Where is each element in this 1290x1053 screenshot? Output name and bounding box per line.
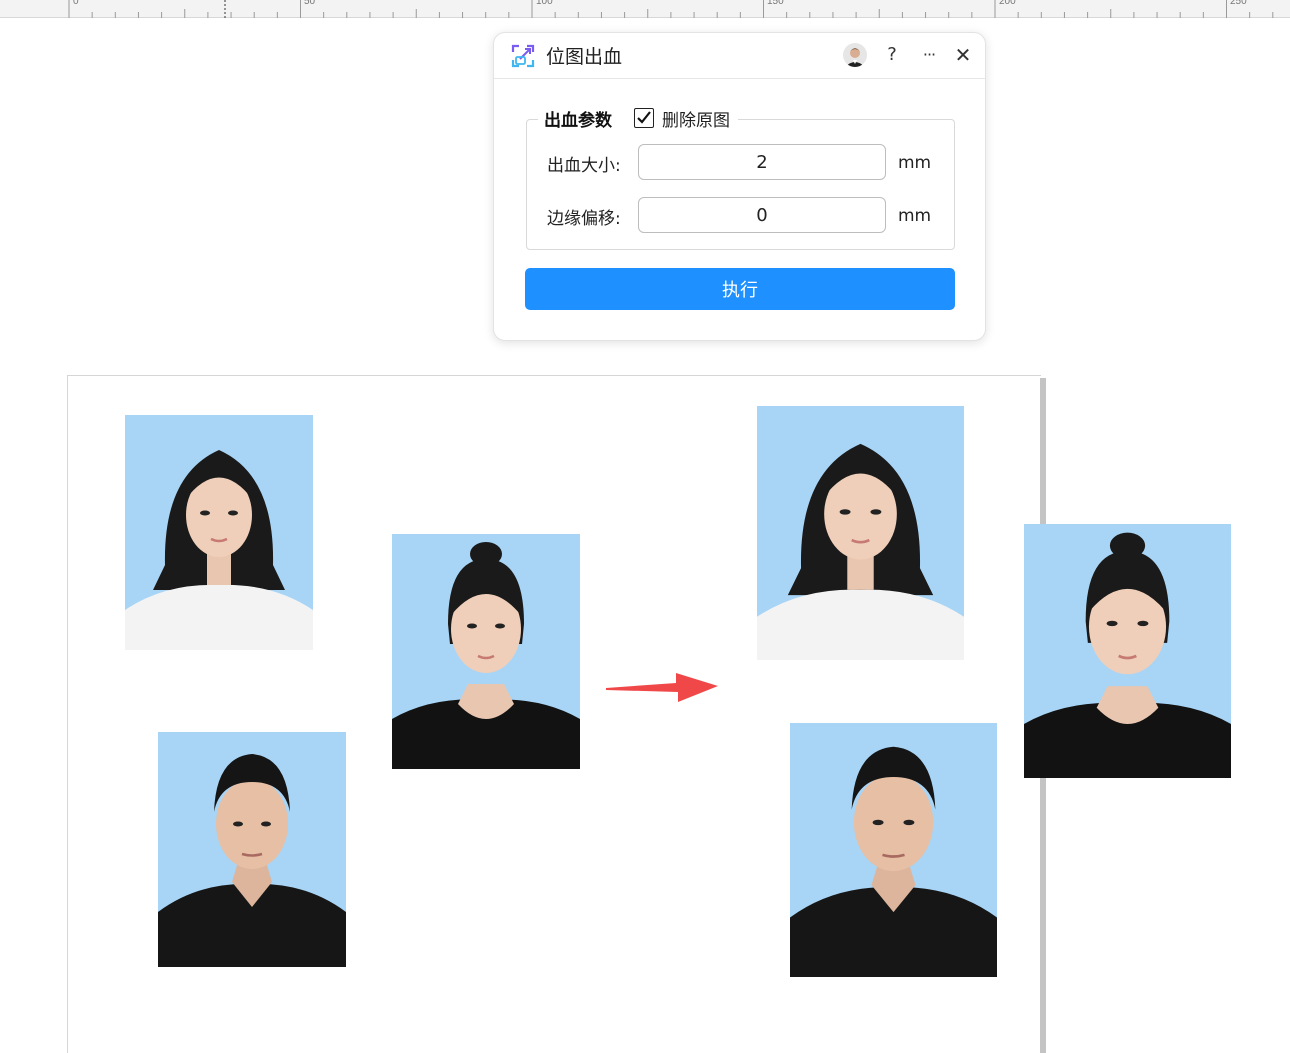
photo-man-original[interactable] xyxy=(158,732,346,967)
group-title: 出血参数 xyxy=(544,110,612,131)
bitmap-bleed-dialog: 位图出血 ? ··· ✕ 出血参数 删除原图 出血大小: mm xyxy=(493,32,986,341)
close-button[interactable]: ✕ xyxy=(951,42,975,68)
bleed-size-label: 出血大小: xyxy=(547,156,621,176)
execute-button[interactable]: 执行 xyxy=(525,268,955,310)
delete-original-checkbox[interactable] xyxy=(634,108,654,128)
photo-woman-long-hair-bleed[interactable] xyxy=(757,406,964,660)
bleed-size-unit: mm xyxy=(898,153,932,173)
ruler-label-0: 0 xyxy=(73,0,79,7)
edge-offset-input[interactable] xyxy=(638,197,886,233)
help-button[interactable]: ? xyxy=(880,42,904,68)
ruler-label-150: 150 xyxy=(767,0,784,7)
photo-man-bleed[interactable] xyxy=(790,723,997,977)
edge-offset-label: 边缘偏移: xyxy=(547,209,621,229)
ruler-ticks xyxy=(68,0,1274,18)
dialog-header[interactable]: 位图出血 ? ··· ✕ xyxy=(494,33,985,79)
user-avatar[interactable] xyxy=(843,43,867,67)
arrow-right-icon xyxy=(604,668,722,704)
photo-woman-long-hair-original[interactable] xyxy=(125,415,313,650)
ruler-label-200: 200 xyxy=(999,0,1016,7)
photo-woman-bun-bleed[interactable] xyxy=(1024,524,1231,778)
more-options-button[interactable]: ··· xyxy=(917,42,941,68)
dialog-title: 位图出血 xyxy=(546,46,623,68)
delete-original-toggle[interactable]: 删除原图 xyxy=(634,106,730,131)
bitmap-bleed-app-icon xyxy=(510,43,536,69)
ruler-label-100: 100 xyxy=(536,0,553,7)
checkmark-icon xyxy=(637,111,651,124)
bleed-parameters-legend: 出血参数 删除原图 xyxy=(538,105,738,131)
photo-woman-bun-original[interactable] xyxy=(392,534,580,769)
ruler-label-250: 250 xyxy=(1230,0,1247,7)
ruler-label-50: 50 xyxy=(304,0,316,7)
bleed-size-input[interactable] xyxy=(638,144,886,180)
edge-offset-unit: mm xyxy=(898,206,932,226)
top-ruler[interactable]: 0 50 100 150 200 250 xyxy=(0,0,1290,18)
delete-original-label: 删除原图 xyxy=(662,110,730,131)
